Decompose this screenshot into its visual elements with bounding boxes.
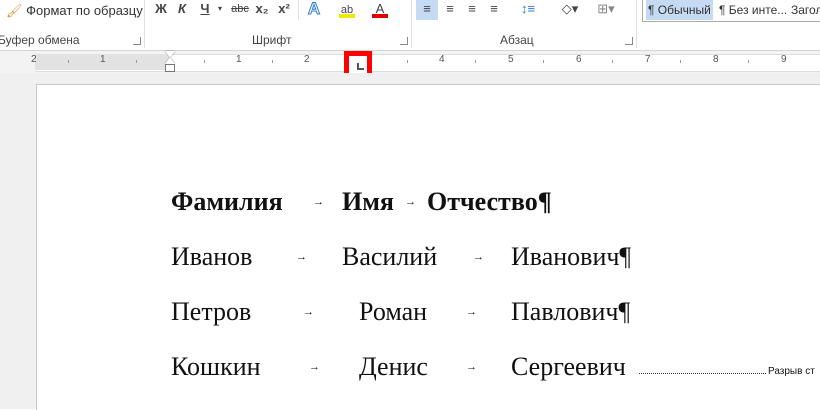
style-heading[interactable]: Загол bbox=[791, 0, 820, 20]
group-label-font: Шрифт bbox=[252, 33, 292, 47]
borders-button[interactable]: ⊞▾ bbox=[592, 0, 620, 18]
strikethrough-button[interactable]: abc bbox=[230, 0, 250, 18]
cell-patronymic-header: Отчество¶ bbox=[427, 187, 552, 216]
styles-gallery: ¶ Обычный ¶ Без инте... Загол bbox=[642, 0, 820, 22]
cell-surname-header: Фамилия bbox=[171, 187, 283, 216]
cell-patronymic: Павлович¶ bbox=[511, 297, 631, 326]
cell-surname: Иванов bbox=[171, 242, 253, 271]
format-painter-button[interactable]: 🖌 Формат по образцу bbox=[6, 3, 143, 19]
paintbrush-icon: 🖌 bbox=[6, 3, 23, 18]
group-label-clipboard: Буфер обмена bbox=[0, 33, 80, 47]
page-break-line bbox=[639, 373, 766, 374]
align-right-button[interactable]: ≡ bbox=[462, 0, 482, 18]
style-normal[interactable]: ¶ Обычный bbox=[646, 0, 713, 20]
horizontal-ruler[interactable]: 2 1 1 2 4 5 6 7 8 9 bbox=[0, 51, 820, 79]
group-label-paragraph: Абзац bbox=[500, 33, 534, 47]
ribbon: 🖌 Формат по образцу Буфер обмена Ж К Ч ▾… bbox=[0, 0, 820, 51]
cell-patronymic: Сергеевич bbox=[511, 352, 626, 381]
tab-arrow-icon: → bbox=[296, 251, 307, 263]
style-no-spacing[interactable]: ¶ Без инте... bbox=[719, 0, 787, 20]
cell-surname: Кошкин bbox=[171, 352, 261, 381]
underline-button[interactable]: Ч bbox=[198, 0, 212, 18]
cell-name: Василий bbox=[342, 242, 438, 271]
superscript-button[interactable]: x² bbox=[276, 0, 292, 18]
tab-arrow-icon: → bbox=[309, 361, 320, 373]
tab-arrow-icon: → bbox=[473, 251, 484, 263]
cell-name-header: Имя bbox=[342, 187, 394, 216]
cell-name: Роман bbox=[359, 297, 428, 326]
tab-arrow-icon: → bbox=[405, 196, 416, 208]
left-tab-icon bbox=[357, 63, 364, 70]
paragraph-launcher[interactable] bbox=[625, 37, 633, 45]
font-launcher[interactable] bbox=[400, 37, 408, 45]
line-spacing-button[interactable]: ↕≡ bbox=[514, 0, 542, 18]
justify-button[interactable]: ≡ bbox=[484, 0, 504, 18]
clipboard-launcher[interactable] bbox=[133, 37, 141, 45]
align-center-button[interactable]: ≡ bbox=[440, 0, 460, 18]
tab-arrow-icon: → bbox=[303, 306, 314, 318]
shading-button[interactable]: ◇▾ bbox=[557, 0, 583, 18]
align-left-button[interactable]: ≡ bbox=[416, 0, 438, 20]
tab-arrow-icon: → bbox=[466, 361, 477, 373]
bold-button[interactable]: Ж bbox=[153, 0, 169, 18]
subscript-button[interactable]: x₂ bbox=[254, 0, 270, 18]
highlight-button[interactable]: ab bbox=[338, 0, 356, 18]
indent-marker[interactable] bbox=[165, 51, 175, 72]
tab-arrow-icon: → bbox=[313, 196, 324, 208]
text-effects-button[interactable]: A bbox=[306, 0, 322, 18]
cell-surname: Петров bbox=[171, 297, 252, 326]
cell-name: Денис bbox=[359, 352, 428, 381]
cell-patronymic: Иванович¶ bbox=[511, 242, 632, 271]
tab-arrow-icon: → bbox=[466, 306, 477, 318]
underline-dropdown-icon[interactable]: ▾ bbox=[216, 0, 224, 18]
page-break-label: Разрыв ст bbox=[768, 366, 815, 377]
italic-button[interactable]: К bbox=[175, 0, 189, 18]
font-color-button[interactable]: A bbox=[372, 0, 388, 18]
document-page[interactable]: Фамилия → Имя → Отчество¶ Иванов → Васил… bbox=[36, 84, 820, 410]
